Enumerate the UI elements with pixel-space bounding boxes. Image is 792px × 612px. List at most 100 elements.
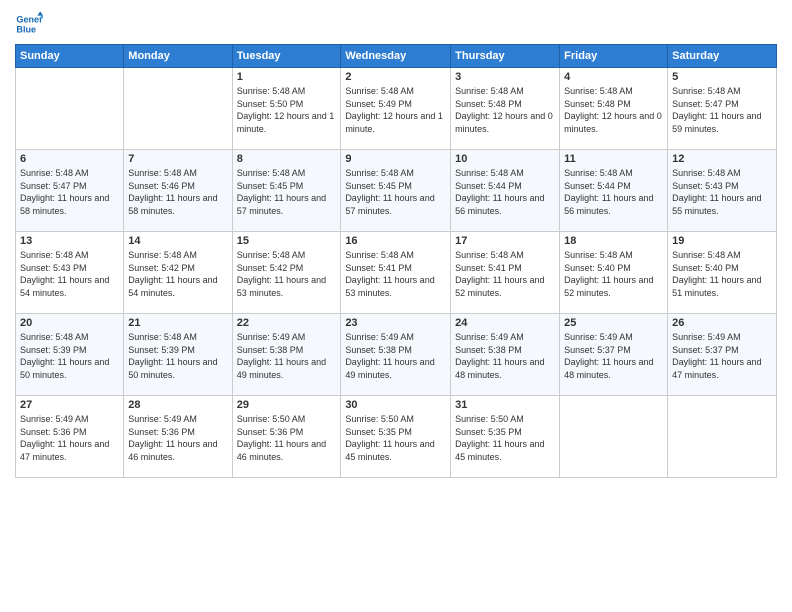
day-number: 14 <box>128 235 227 247</box>
day-number: 10 <box>455 153 555 165</box>
calendar-cell <box>560 396 668 478</box>
calendar-cell: 12 Sunrise: 5:48 AMSunset: 5:43 PMDayligh… <box>668 150 777 232</box>
day-number: 27 <box>20 399 119 411</box>
calendar-week-row: 1Sunrise: 5:48 AMSunset: 5:50 PMDaylight… <box>16 68 777 150</box>
day-info: Sunrise: 5:48 AMSunset: 5:39 PMDaylight:… <box>128 331 227 381</box>
day-number: 9 <box>345 153 446 165</box>
calendar-cell: 26Sunrise: 5:49 AMSunset: 5:37 PMDayligh… <box>668 314 777 396</box>
day-info: Sunrise: 5:49 AMSunset: 5:36 PMDaylight:… <box>128 413 227 463</box>
calendar-day-header: Saturday <box>668 45 777 68</box>
calendar-cell: 7 Sunrise: 5:48 AMSunset: 5:46 PMDaylight… <box>124 150 232 232</box>
calendar-cell: 24 Sunrise: 5:49 AMSunset: 5:38 PMDayligh… <box>451 314 560 396</box>
day-info: Sunrise: 5:48 AMSunset: 5:39 PMDaylight:… <box>20 331 119 381</box>
calendar-cell: 8 Sunrise: 5:48 AMSunset: 5:45 PMDaylight… <box>232 150 341 232</box>
day-number: 17 <box>455 235 555 247</box>
day-number: 7 <box>128 153 227 165</box>
calendar-cell: 9 Sunrise: 5:48 AMSunset: 5:45 PMDaylight… <box>341 150 451 232</box>
day-info: Sunrise: 5:48 AMSunset: 5:45 PMDaylight:… <box>345 167 446 217</box>
calendar-week-row: 6 Sunrise: 5:48 AMSunset: 5:47 PMDaylight… <box>16 150 777 232</box>
calendar-day-header: Wednesday <box>341 45 451 68</box>
logo: General Blue <box>15 10 43 38</box>
day-info: Sunrise: 5:48 AMSunset: 5:43 PMDaylight:… <box>672 167 772 217</box>
day-info: Sunrise: 5:49 AMSunset: 5:36 PMDaylight:… <box>20 413 119 463</box>
calendar-cell: 18 Sunrise: 5:48 AMSunset: 5:40 PMDayligh… <box>560 232 668 314</box>
day-number: 22 <box>237 317 337 329</box>
day-number: 2 <box>345 71 446 83</box>
day-info: Sunrise: 5:48 AMSunset: 5:40 PMDaylight:… <box>564 249 663 299</box>
calendar-day-header: Thursday <box>451 45 560 68</box>
day-number: 16 <box>345 235 446 247</box>
calendar-day-header: Monday <box>124 45 232 68</box>
calendar-cell: 28 Sunrise: 5:49 AMSunset: 5:36 PMDayligh… <box>124 396 232 478</box>
calendar-week-row: 27 Sunrise: 5:49 AMSunset: 5:36 PMDayligh… <box>16 396 777 478</box>
day-number: 19 <box>672 235 772 247</box>
day-number: 29 <box>237 399 337 411</box>
day-number: 24 <box>455 317 555 329</box>
day-info: Sunrise: 5:49 AMSunset: 5:38 PMDaylight:… <box>345 331 446 381</box>
day-info: Sunrise: 5:49 AMSunset: 5:37 PMDaylight:… <box>564 331 663 381</box>
day-number: 18 <box>564 235 663 247</box>
calendar-cell: 15 Sunrise: 5:48 AMSunset: 5:42 PMDayligh… <box>232 232 341 314</box>
day-number: 15 <box>237 235 337 247</box>
calendar-cell: 3Sunrise: 5:48 AMSunset: 5:48 PMDaylight… <box>451 68 560 150</box>
day-info: Sunrise: 5:48 AMSunset: 5:40 PMDaylight:… <box>672 249 772 299</box>
day-number: 12 <box>672 153 772 165</box>
calendar-cell: 30 Sunrise: 5:50 AMSunset: 5:35 PMDayligh… <box>341 396 451 478</box>
calendar-table: SundayMondayTuesdayWednesdayThursdayFrid… <box>15 44 777 478</box>
day-number: 26 <box>672 317 772 329</box>
day-number: 25 <box>564 317 663 329</box>
calendar-header-row: SundayMondayTuesdayWednesdayThursdayFrid… <box>16 45 777 68</box>
day-number: 3 <box>455 71 555 83</box>
calendar-week-row: 13Sunrise: 5:48 AMSunset: 5:43 PMDayligh… <box>16 232 777 314</box>
day-info: Sunrise: 5:48 AMSunset: 5:44 PMDaylight:… <box>564 167 663 217</box>
day-number: 5 <box>672 71 772 83</box>
day-info: Sunrise: 5:50 AMSunset: 5:35 PMDaylight:… <box>345 413 446 463</box>
calendar-cell: 22 Sunrise: 5:49 AMSunset: 5:38 PMDayligh… <box>232 314 341 396</box>
day-number: 13 <box>20 235 119 247</box>
day-info: Sunrise: 5:50 AMSunset: 5:36 PMDaylight:… <box>237 413 337 463</box>
day-number: 31 <box>455 399 555 411</box>
day-number: 23 <box>345 317 446 329</box>
day-info: Sunrise: 5:49 AMSunset: 5:38 PMDaylight:… <box>237 331 337 381</box>
calendar-cell: 25 Sunrise: 5:49 AMSunset: 5:37 PMDayligh… <box>560 314 668 396</box>
calendar-cell: 16 Sunrise: 5:48 AMSunset: 5:41 PMDayligh… <box>341 232 451 314</box>
day-number: 6 <box>20 153 119 165</box>
day-info: Sunrise: 5:48 AMSunset: 5:45 PMDaylight:… <box>237 167 337 217</box>
day-number: 28 <box>128 399 227 411</box>
day-info: Sunrise: 5:48 AMSunset: 5:49 PMDaylight:… <box>345 85 446 135</box>
logo-icon: General Blue <box>15 10 43 38</box>
day-number: 30 <box>345 399 446 411</box>
day-number: 8 <box>237 153 337 165</box>
calendar-cell: 19 Sunrise: 5:48 AMSunset: 5:40 PMDayligh… <box>668 232 777 314</box>
day-info: Sunrise: 5:48 AMSunset: 5:46 PMDaylight:… <box>128 167 227 217</box>
calendar-day-header: Sunday <box>16 45 124 68</box>
day-info: Sunrise: 5:48 AMSunset: 5:41 PMDaylight:… <box>455 249 555 299</box>
calendar-cell: 21Sunrise: 5:48 AMSunset: 5:39 PMDayligh… <box>124 314 232 396</box>
calendar-cell: 17 Sunrise: 5:48 AMSunset: 5:41 PMDayligh… <box>451 232 560 314</box>
calendar-cell: 2 Sunrise: 5:48 AMSunset: 5:49 PMDaylight… <box>341 68 451 150</box>
day-number: 11 <box>564 153 663 165</box>
calendar-cell: 27 Sunrise: 5:49 AMSunset: 5:36 PMDayligh… <box>16 396 124 478</box>
calendar-cell: 20Sunrise: 5:48 AMSunset: 5:39 PMDayligh… <box>16 314 124 396</box>
calendar-day-header: Friday <box>560 45 668 68</box>
svg-text:Blue: Blue <box>16 24 36 34</box>
calendar-day-header: Tuesday <box>232 45 341 68</box>
calendar-cell: 5Sunrise: 5:48 AMSunset: 5:47 PMDaylight… <box>668 68 777 150</box>
calendar-cell: 13Sunrise: 5:48 AMSunset: 5:43 PMDayligh… <box>16 232 124 314</box>
day-info: Sunrise: 5:48 AMSunset: 5:41 PMDaylight:… <box>345 249 446 299</box>
calendar-cell: 11 Sunrise: 5:48 AMSunset: 5:44 PMDayligh… <box>560 150 668 232</box>
calendar-cell: 6 Sunrise: 5:48 AMSunset: 5:47 PMDaylight… <box>16 150 124 232</box>
day-info: Sunrise: 5:48 AMSunset: 5:42 PMDaylight:… <box>237 249 337 299</box>
calendar-cell: 10 Sunrise: 5:48 AMSunset: 5:44 PMDayligh… <box>451 150 560 232</box>
day-info: Sunrise: 5:48 AMSunset: 5:50 PMDaylight:… <box>237 85 337 135</box>
day-info: Sunrise: 5:48 AMSunset: 5:44 PMDaylight:… <box>455 167 555 217</box>
calendar-cell <box>16 68 124 150</box>
day-info: Sunrise: 5:48 AMSunset: 5:47 PMDaylight:… <box>20 167 119 217</box>
svg-text:General: General <box>16 15 43 25</box>
calendar-week-row: 20Sunrise: 5:48 AMSunset: 5:39 PMDayligh… <box>16 314 777 396</box>
calendar-cell: 1Sunrise: 5:48 AMSunset: 5:50 PMDaylight… <box>232 68 341 150</box>
calendar-cell: 23 Sunrise: 5:49 AMSunset: 5:38 PMDayligh… <box>341 314 451 396</box>
calendar-cell: 14Sunrise: 5:48 AMSunset: 5:42 PMDayligh… <box>124 232 232 314</box>
day-info: Sunrise: 5:49 AMSunset: 5:38 PMDaylight:… <box>455 331 555 381</box>
day-info: Sunrise: 5:48 AMSunset: 5:48 PMDaylight:… <box>564 85 663 135</box>
